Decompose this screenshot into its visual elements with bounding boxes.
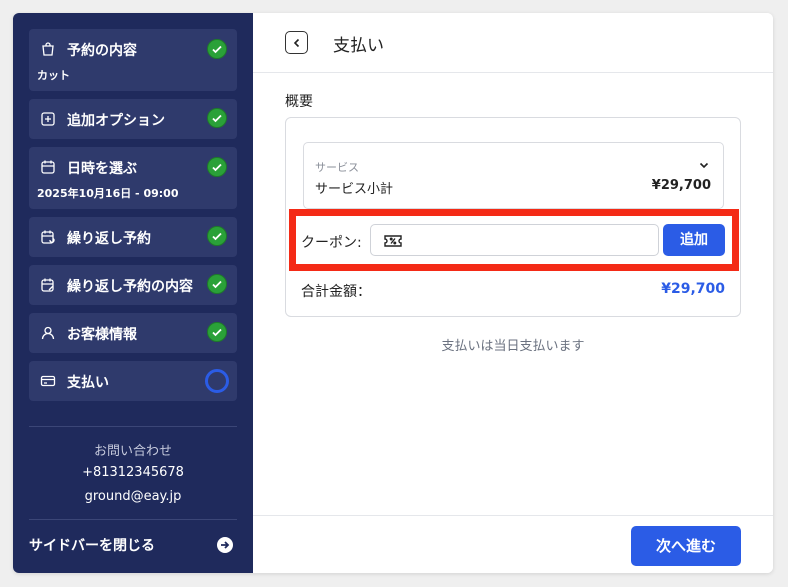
sidebar-item-payment[interactable]: 支払い: [29, 361, 237, 401]
sidebar-item-label: お客様情報: [67, 327, 137, 343]
booking-window: 予約の内容 カット 追加オプション 日時を選ぶ 2025年10月16日 - 09…: [13, 13, 773, 573]
summary-heading: 概要: [285, 94, 313, 110]
service-caption: サービス: [315, 161, 359, 174]
arrow-right-icon: [217, 537, 233, 553]
sidebar-item-label: 支払い: [67, 375, 109, 391]
contact-phone[interactable]: +81312345678: [13, 465, 253, 480]
sidebar-item-label: 予約の内容: [67, 43, 137, 59]
divider: [29, 426, 237, 427]
sidebar-item-customer-info[interactable]: お客様情報: [29, 313, 237, 353]
header: 支払い: [253, 13, 773, 73]
footer: 次へ進む: [253, 515, 773, 573]
next-button[interactable]: 次へ進む: [631, 526, 741, 566]
sidebar-item-recurring[interactable]: 繰り返し予約: [29, 217, 237, 257]
divider: [29, 519, 237, 520]
user-icon: [41, 326, 55, 340]
calendar-edit-icon: [41, 278, 54, 292]
service-subtotal-label: サービス小計: [315, 182, 394, 197]
service-subtotal-value: ¥29,700: [651, 178, 711, 193]
sidebar-item-label: 繰り返し予約の内容: [67, 279, 193, 295]
plus-square-icon: [41, 112, 55, 126]
main-panel: 支払い 概要 サービス サービス小計 ¥29,700 クーポン: 追加 合計金額…: [253, 13, 773, 573]
sidebar-item-select-datetime[interactable]: 日時を選ぶ 2025年10月16日 - 09:00: [29, 147, 237, 209]
add-coupon-button[interactable]: 追加: [663, 224, 725, 256]
check-icon: [207, 157, 227, 177]
sidebar-item-booking-details[interactable]: 予約の内容 カット: [29, 29, 237, 91]
credit-card-icon: [40, 375, 56, 387]
service-subtotal-dropdown[interactable]: サービス サービス小計 ¥29,700: [303, 142, 724, 209]
check-icon: [207, 274, 227, 294]
check-icon: [207, 322, 227, 342]
contact-heading: お問い合わせ: [93, 444, 172, 459]
sidebar-item-label: 日時を選ぶ: [67, 161, 137, 177]
coupon-label: クーポン:: [301, 235, 362, 251]
chevron-down-icon: [699, 162, 709, 169]
page-title: 支払い: [333, 36, 384, 56]
sidebar-item-detail: カット: [37, 69, 70, 82]
coupon-ticket-icon: [384, 235, 402, 247]
total-value: ¥29,700: [661, 281, 725, 297]
sidebar-item-label: 追加オプション: [67, 113, 165, 129]
summary-card: サービス サービス小計 ¥29,700 クーポン: 追加 合計金額： ¥29,7…: [285, 117, 741, 317]
check-icon: [207, 226, 227, 246]
shopping-bag-icon: [42, 42, 54, 56]
check-icon: [207, 108, 227, 128]
check-icon: [207, 39, 227, 59]
chevron-left-icon: [293, 38, 300, 48]
close-sidebar-label: サイドバーを閉じる: [29, 538, 155, 554]
payment-note: 支払いは当日支払います: [441, 339, 585, 354]
sidebar-item-add-options[interactable]: 追加オプション: [29, 99, 237, 139]
coupon-input[interactable]: [409, 229, 649, 251]
sidebar-item-detail: 2025年10月16日 - 09:00: [37, 187, 179, 200]
sidebar-item-recurring-details[interactable]: 繰り返し予約の内容: [29, 265, 237, 305]
back-button[interactable]: [285, 31, 308, 54]
total-label: 合計金額：: [301, 284, 371, 300]
calendar-repeat-icon: [41, 230, 55, 244]
calendar-icon: [41, 160, 55, 174]
close-sidebar-button[interactable]: サイドバーを閉じる: [29, 533, 237, 555]
coupon-field[interactable]: [370, 224, 659, 256]
sidebar-item-label: 繰り返し予約: [67, 231, 151, 247]
sidebar: 予約の内容 カット 追加オプション 日時を選ぶ 2025年10月16日 - 09…: [13, 13, 253, 573]
progress-ring-icon: [205, 369, 229, 393]
contact-email[interactable]: ground@eay.jp: [13, 489, 253, 504]
